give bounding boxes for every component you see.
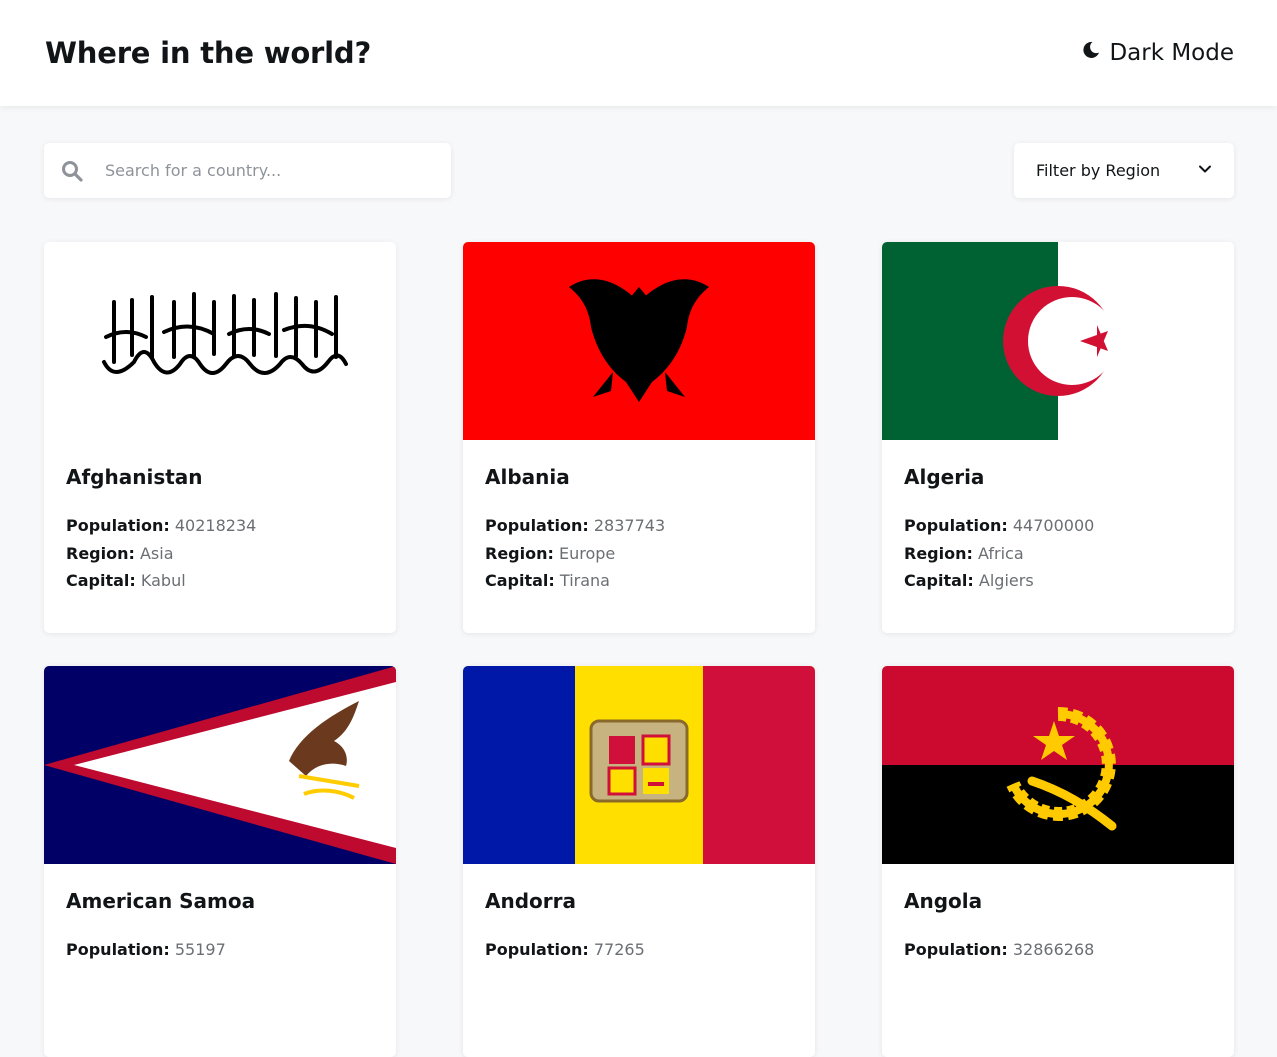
country-info: Population: 55197: [66, 936, 226, 964]
dark-mode-label: Dark Mode: [1109, 40, 1234, 66]
country-card[interactable]: Afghanistan Population: 40218234 Region:…: [44, 242, 396, 633]
region-row: Region: Africa: [904, 540, 1094, 568]
flag-image: [882, 242, 1234, 440]
chevron-down-icon: [1197, 161, 1213, 181]
app-header: Where in the world? Dark Mode: [0, 0, 1277, 106]
flag-image: [882, 666, 1234, 864]
moon-icon: [1081, 40, 1101, 66]
capital-label: Capital:: [904, 571, 974, 590]
population-row: Population: 2837743: [485, 512, 665, 540]
country-name: Albania: [485, 465, 570, 489]
region-filter-label: Filter by Region: [1036, 161, 1161, 180]
population-value: 44700000: [1012, 516, 1095, 535]
population-value: 32866268: [1012, 940, 1095, 959]
population-value: 55197: [174, 940, 226, 959]
region-row: Region: Asia: [66, 540, 256, 568]
capital-value: Algiers: [978, 571, 1034, 590]
country-name: Angola: [904, 889, 983, 913]
capital-label: Capital:: [66, 571, 136, 590]
country-card[interactable]: Angola Population: 32866268: [882, 666, 1234, 1057]
population-label: Population:: [66, 940, 170, 959]
flag-image: [44, 666, 396, 864]
population-label: Population:: [485, 940, 589, 959]
country-name: Afghanistan: [66, 465, 203, 489]
search-input[interactable]: [105, 161, 425, 180]
capital-label: Capital:: [485, 571, 555, 590]
population-value: 40218234: [174, 516, 257, 535]
country-info: Population: 2837743 Region: Europe Capit…: [485, 512, 665, 595]
country-card[interactable]: American Samoa Population: 55197: [44, 666, 396, 1057]
region-label: Region:: [66, 543, 135, 563]
population-label: Population:: [66, 516, 170, 535]
flag-image: [44, 242, 396, 440]
country-info: Population: 32866268: [904, 936, 1094, 964]
population-label: Population:: [904, 516, 1008, 535]
country-card[interactable]: Andorra Population: 77265: [463, 666, 815, 1057]
country-card[interactable]: Albania Population: 2837743 Region: Euro…: [463, 242, 815, 633]
capital-row: Capital: Kabul: [66, 567, 256, 595]
region-value: Africa: [977, 543, 1024, 563]
population-row: Population: 44700000: [904, 512, 1094, 540]
capital-value: Kabul: [140, 571, 186, 590]
population-label: Population:: [485, 516, 589, 535]
population-value: 2837743: [593, 516, 666, 535]
region-value: Asia: [139, 543, 174, 563]
country-card[interactable]: Algeria Population: 44700000 Region: Afr…: [882, 242, 1234, 633]
country-name: Algeria: [904, 465, 985, 489]
dark-mode-toggle[interactable]: Dark Mode: [1081, 40, 1234, 66]
flag-image: [463, 242, 815, 440]
region-row: Region: Europe: [485, 540, 665, 568]
population-row: Population: 32866268: [904, 936, 1094, 964]
app-title: Where in the world?: [45, 36, 372, 70]
population-row: Population: 77265: [485, 936, 645, 964]
country-name: American Samoa: [66, 889, 256, 913]
region-label: Region:: [904, 543, 973, 563]
country-name: Andorra: [485, 889, 576, 913]
country-info: Population: 44700000 Region: Africa Capi…: [904, 512, 1094, 595]
capital-value: Tirana: [559, 571, 610, 590]
capital-row: Capital: Tirana: [485, 567, 665, 595]
population-row: Population: 55197: [66, 936, 226, 964]
search-box: [44, 143, 451, 198]
capital-row: Capital: Algiers: [904, 567, 1094, 595]
region-label: Region:: [485, 543, 554, 563]
flag-image: [463, 666, 815, 864]
country-info: Population: 40218234 Region: Asia Capita…: [66, 512, 256, 595]
country-info: Population: 77265: [485, 936, 645, 964]
population-value: 77265: [593, 940, 645, 959]
search-icon: [61, 160, 83, 182]
population-row: Population: 40218234: [66, 512, 256, 540]
region-value: Europe: [558, 543, 616, 563]
region-filter-dropdown[interactable]: Filter by Region: [1014, 143, 1234, 198]
population-label: Population:: [904, 940, 1008, 959]
